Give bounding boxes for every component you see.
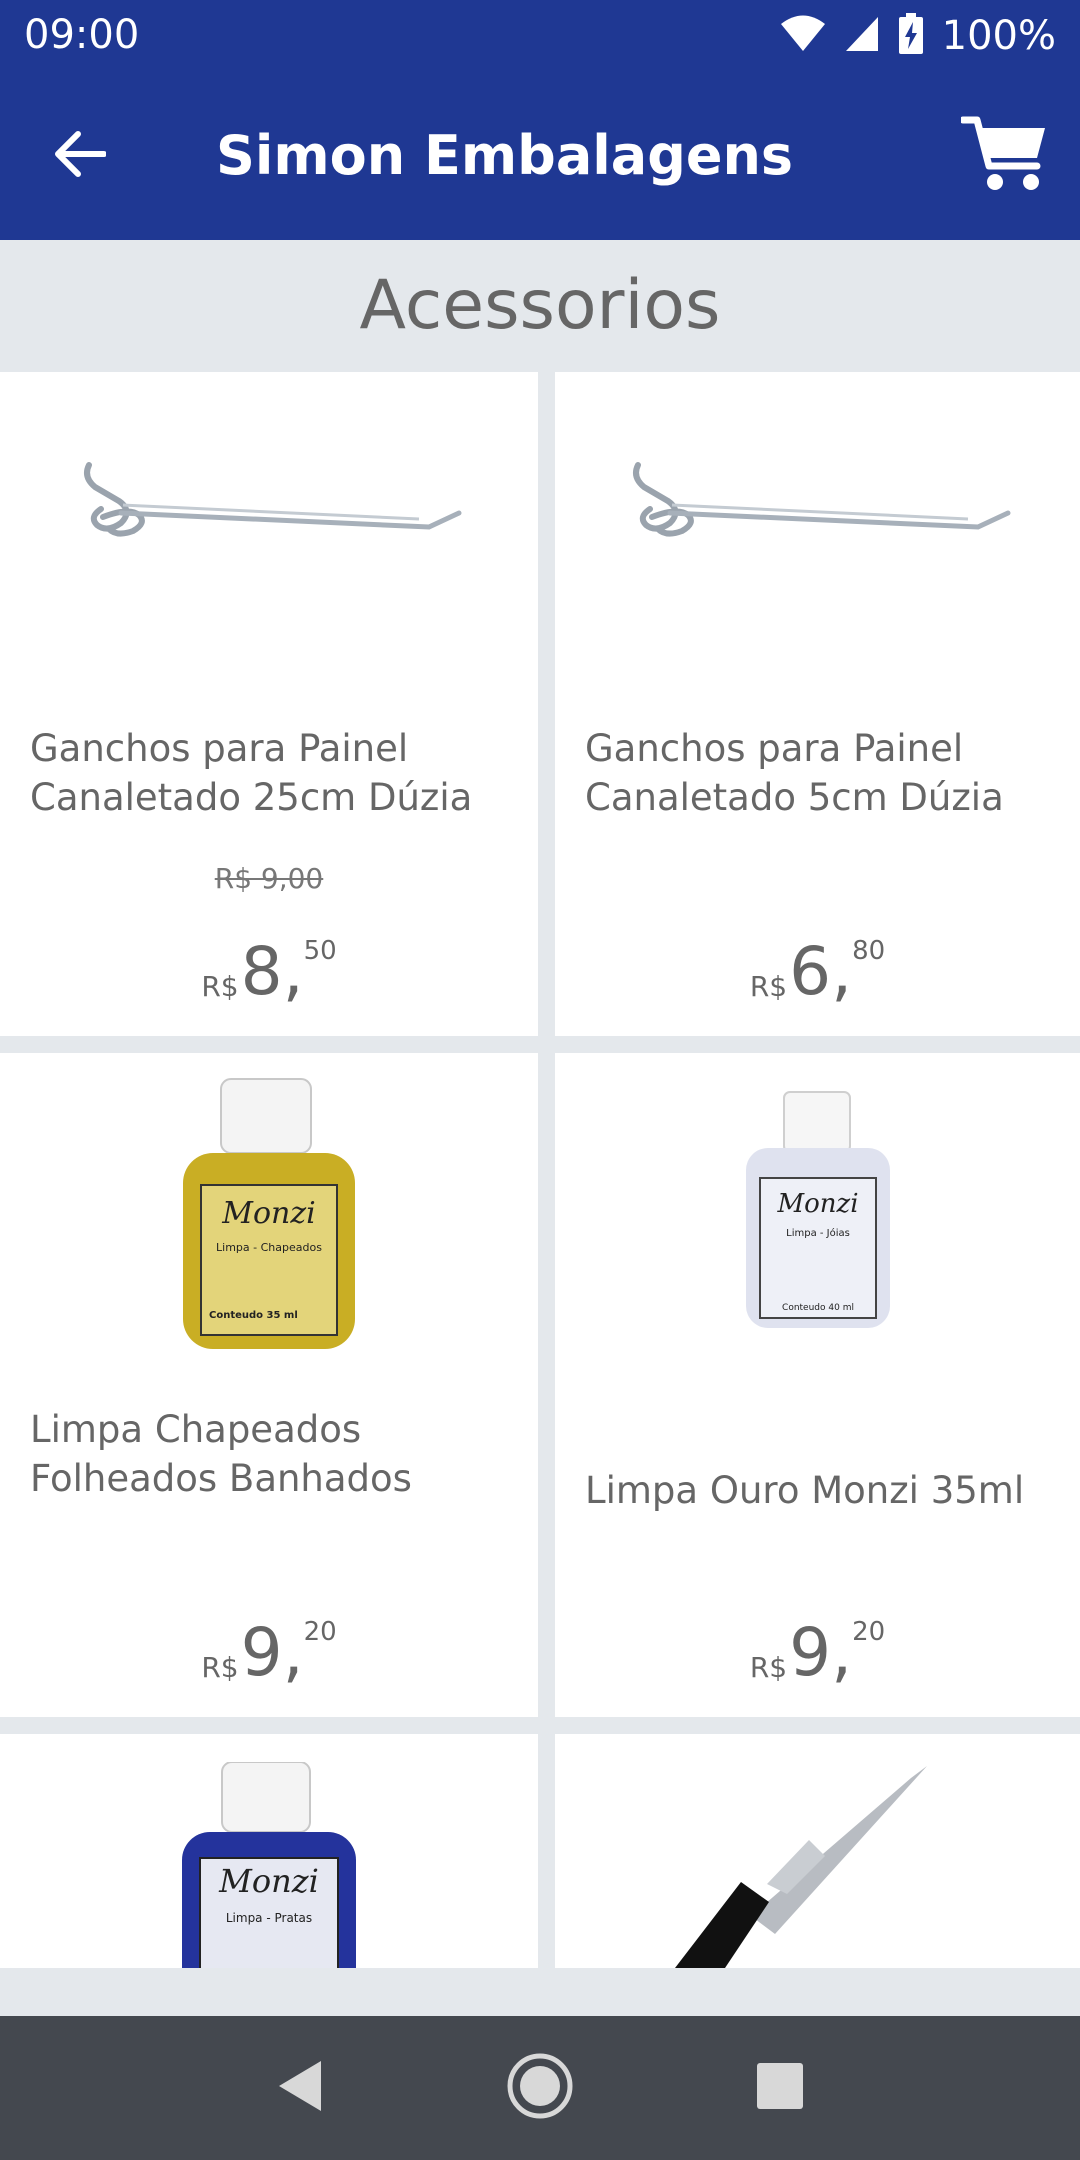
price-integer: 8,: [240, 933, 304, 1010]
category-header: Acessorios: [0, 240, 1080, 370]
wifi-icon: [780, 15, 826, 57]
yellow-bottle-image: Monzi Limpa - Chapeados Conteudo 35 ml: [0, 1053, 538, 1383]
old-price: R$ 9,00: [214, 862, 324, 895]
bottle-line: Limpa - Jóias: [786, 1227, 850, 1239]
product-card[interactable]: Monzi Limpa - Jóias Conteudo 40 ml Limpa…: [555, 1053, 1080, 1717]
bottle-brand: Monzi: [776, 1189, 858, 1219]
product-name: Ganchos para Painel Canaletado 25cm Dúzi…: [30, 727, 473, 819]
bottle-brand: Monzi: [218, 1862, 319, 1900]
product-card[interactable]: Monzi Limpa - Chapeados Conteudo 35 ml L…: [0, 1053, 538, 1717]
price-currency: R$: [749, 970, 788, 1003]
signal-icon: [844, 15, 880, 57]
app-title: Simon Embalagens: [216, 124, 794, 187]
product-card[interactable]: Monzi Limpa - Pratas: [0, 1734, 538, 1968]
status-icons: 100%: [780, 10, 1056, 62]
product-card[interactable]: Ganchos para Painel Canaletado 5cm Dúzia…: [555, 372, 1080, 1036]
clear-bottle-image: Monzi Limpa - Jóias Conteudo 40 ml: [555, 1053, 1080, 1383]
product-card[interactable]: [555, 1734, 1080, 1968]
nav-recents-button[interactable]: [735, 2043, 825, 2133]
product-name: Limpa Ouro Monzi 35ml: [585, 1469, 1025, 1512]
price-integer: 9,: [789, 1614, 853, 1691]
bottle-brand: Monzi: [221, 1196, 316, 1231]
product-card[interactable]: Ganchos para Painel Canaletado 25cm Dúzi…: [0, 372, 538, 1036]
back-arrow-icon: [54, 131, 107, 181]
nav-recents-icon: [757, 2063, 803, 2113]
battery-percent: 100%: [941, 13, 1056, 59]
back-button[interactable]: [44, 120, 116, 192]
shopping-cart-icon: [959, 114, 1047, 198]
price: R$ 8, 50: [0, 932, 538, 1012]
price-integer: 6,: [789, 933, 853, 1010]
category-title: Acessorios: [359, 265, 721, 345]
cart-button[interactable]: [956, 108, 1052, 204]
price-cents: 20: [303, 1617, 337, 1647]
price-cents: 50: [303, 936, 337, 966]
status-time: 09:00: [24, 12, 140, 58]
price: R$ 6, 80: [555, 932, 1080, 1012]
product-name: Ganchos para Painel Canaletado 5cm Dúzia: [585, 727, 1004, 819]
bottle-line: Limpa - Chapeados: [216, 1241, 322, 1254]
price-currency: R$: [201, 1651, 239, 1684]
bottle-line: Limpa - Pratas: [226, 1911, 312, 1925]
nav-back-button[interactable]: [255, 2043, 345, 2133]
price: R$ 9, 20: [555, 1613, 1080, 1693]
nav-back-icon: [277, 2059, 323, 2117]
nav-home-button[interactable]: [495, 2043, 585, 2133]
blue-bottle-image: Monzi Limpa - Pratas: [0, 1734, 538, 1968]
price-currency: R$: [749, 1651, 788, 1684]
nav-home-icon: [506, 2052, 574, 2124]
price-integer: 9,: [240, 1614, 304, 1691]
price: R$ 9, 20: [0, 1613, 538, 1693]
app-bar: Simon Embalagens: [0, 72, 1080, 240]
price-cents: 20: [852, 1617, 886, 1647]
ring-stick-image: [555, 1734, 1080, 1968]
bottle-content: Conteudo 35 ml: [209, 1310, 298, 1321]
product-name: Limpa Chapeados Folheados Banhados: [30, 1408, 412, 1500]
hook-image: [555, 372, 1080, 702]
system-nav-bar: [0, 2016, 1080, 2160]
hook-image: [0, 372, 538, 702]
bottle-content: Conteudo 40 ml: [782, 1303, 854, 1313]
price-cents: 80: [852, 936, 886, 966]
price-currency: R$: [201, 970, 239, 1003]
battery-charging-icon: [898, 13, 924, 59]
status-bar: 09:00 100%: [0, 0, 1080, 72]
